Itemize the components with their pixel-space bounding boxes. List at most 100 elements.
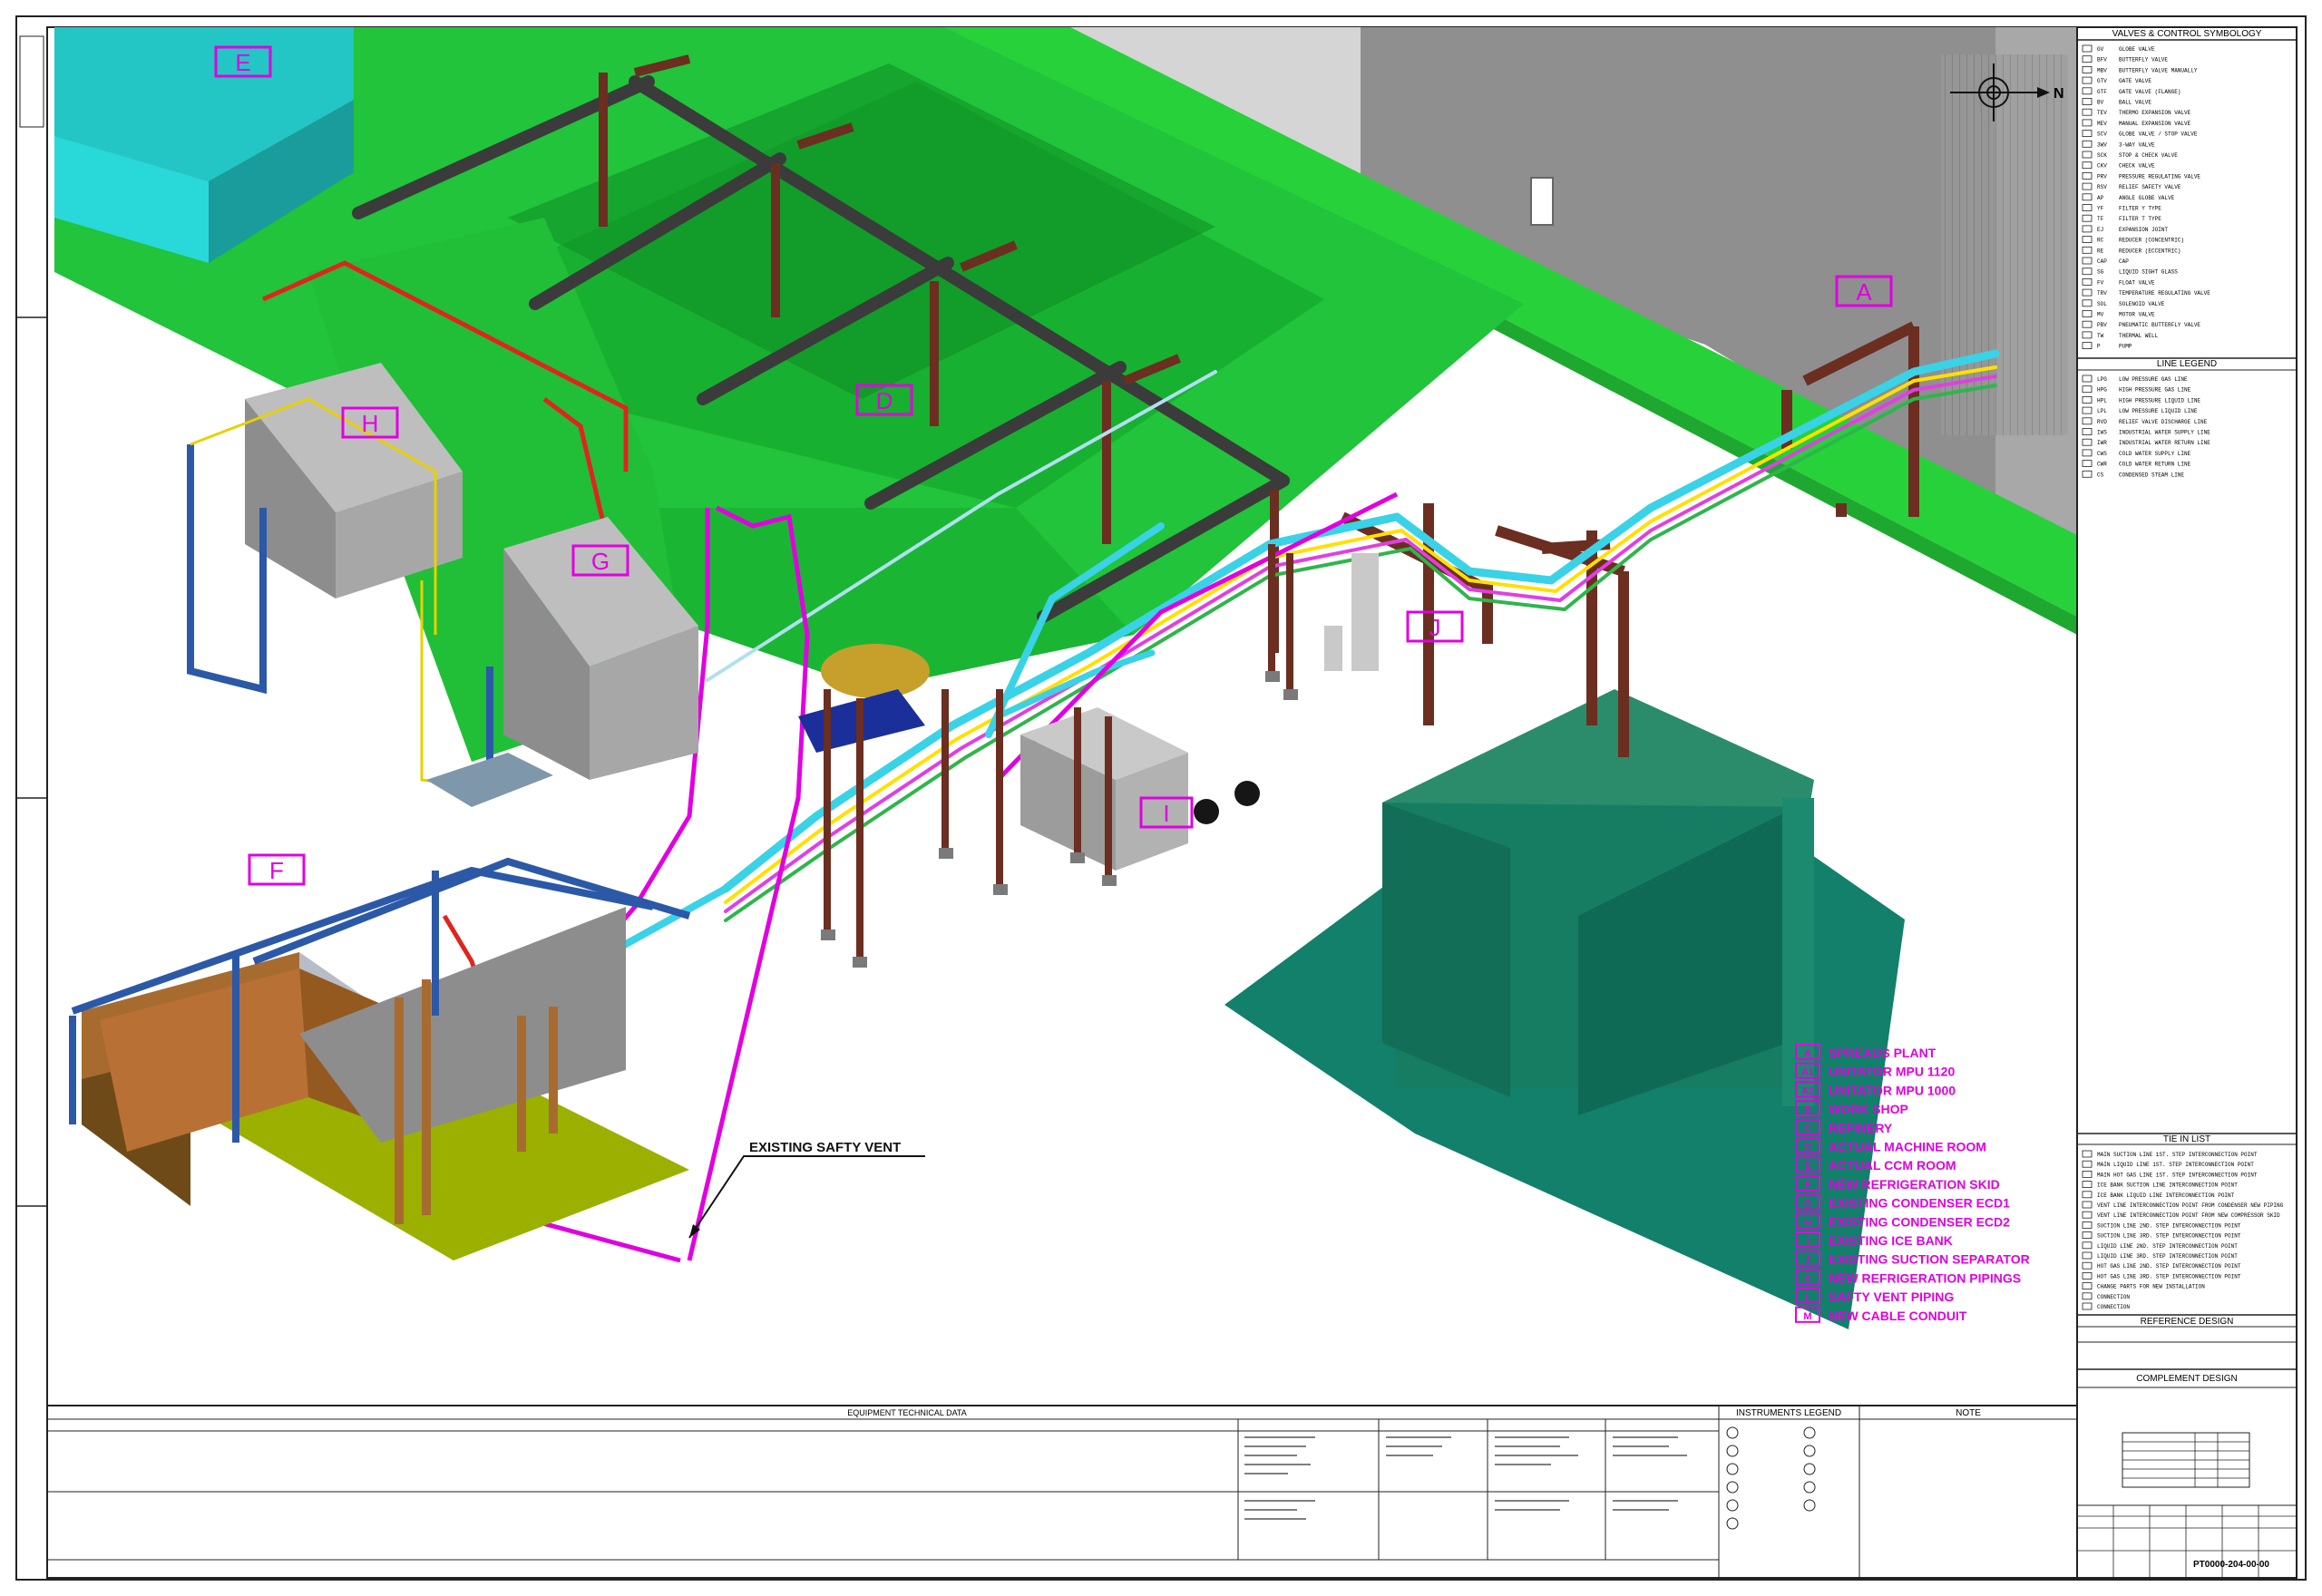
panel-row: MAIN HOT GAS LINE 1ST. STEP INTERCONNECT… bbox=[2082, 1171, 2258, 1178]
legend-text: ACTUAL MACHINE ROOM bbox=[1829, 1140, 1986, 1154]
symbol-icon bbox=[2082, 470, 2093, 478]
legend-text: NEW CABLE CONDUIT bbox=[1829, 1309, 1967, 1323]
symbol-icon bbox=[2082, 1292, 2093, 1300]
symbol-icon bbox=[2082, 288, 2093, 297]
panel-code: GV bbox=[2097, 46, 2104, 53]
panel-name: THERMAL WELL bbox=[2119, 333, 2159, 339]
legend-text: UNITATOR MPU 1000 bbox=[1829, 1083, 1956, 1097]
symbol-icon bbox=[2082, 1201, 2093, 1209]
legend-code: A2 bbox=[1801, 1085, 1814, 1096]
symbol-icon bbox=[2082, 140, 2093, 148]
symbol-icon bbox=[2082, 1181, 2093, 1188]
legend-code: A bbox=[1804, 1048, 1811, 1059]
panel-row: YF FILTER Y TYPE bbox=[2082, 204, 2161, 212]
callout-f[interactable]: F bbox=[248, 853, 306, 886]
valves-list: GV GLOBE VALVE BFV BUTTERFLY VALVE MBV BUTTER… bbox=[2082, 44, 2210, 350]
panel-row: LIQUID LINE 2ND. STEP INTERCONNECTION PO… bbox=[2082, 1241, 2238, 1250]
panel-name: SUCTION LINE 3RD. STEP INTERCONNECTION P… bbox=[2097, 1233, 2241, 1240]
svg-text:F: F bbox=[269, 857, 284, 884]
panel-code: GTF bbox=[2097, 89, 2107, 95]
symbol-icon bbox=[2082, 87, 2093, 95]
svg-text:I: I bbox=[1163, 800, 1169, 827]
legend-text: WORK SHOP bbox=[1829, 1102, 1908, 1116]
panel-row: CONNECTION bbox=[2082, 1302, 2130, 1310]
panel-row: SCV GLOBE VALVE / STOP VALVE bbox=[2082, 130, 2198, 138]
ice-bank bbox=[1020, 707, 1260, 871]
panel-code: SCK bbox=[2097, 152, 2107, 159]
panel-row: MV MOTOR VALVE bbox=[2082, 310, 2155, 318]
symbol-icon bbox=[2082, 1171, 2093, 1178]
symbol-icon bbox=[2082, 44, 2093, 53]
panel-row: CKV CHECK VALVE bbox=[2082, 161, 2155, 170]
panel-name: SUCTION LINE 2ND. STEP INTERCONNECTION P… bbox=[2097, 1222, 2241, 1229]
side-panel: VALVES & CONTROL SYMBOLOGY GV GLOBE VALVE… bbox=[2076, 27, 2298, 1579]
isometric-model: N bbox=[54, 27, 2077, 1329]
symbol-icon bbox=[2082, 385, 2093, 394]
symbol-icon bbox=[2082, 1150, 2093, 1158]
panel-row: EJ EXPANSION JOINT bbox=[2082, 225, 2168, 233]
panel-row: P PUMP bbox=[2082, 342, 2132, 350]
stairs bbox=[426, 753, 553, 807]
panel-name: CHECK VALVE bbox=[2119, 163, 2155, 170]
panel-row: LPL LOW PRESSURE LIQUID LINE bbox=[2082, 406, 2198, 414]
panel-row: BV BALL VALVE bbox=[2082, 98, 2151, 106]
panel-code: RC bbox=[2097, 238, 2104, 244]
panel-name: SOLENOID VALVE bbox=[2119, 301, 2165, 307]
panel-row: ICE BANK LIQUID LINE INTERCONNECTION POI… bbox=[2082, 1191, 2235, 1199]
panel-name: MOTOR VALVE bbox=[2119, 312, 2155, 318]
panel-name: FLOAT VALVE bbox=[2119, 279, 2155, 286]
panel-name: GATE VALVE (FLANGE) bbox=[2119, 89, 2181, 95]
panel-code: YF bbox=[2097, 206, 2104, 212]
panel-code: CWR bbox=[2097, 462, 2107, 468]
legend-code: E bbox=[1804, 1161, 1810, 1172]
panel-row: SG LIQUID SIGHT GLASS bbox=[2082, 268, 2178, 276]
symbol-icon bbox=[2082, 171, 2093, 180]
panel-row: RVD RELIEF VALVE DISCHARGE LINE bbox=[2082, 417, 2208, 425]
panel-name: HOT GAS LINE 2ND. STEP INTERCONNECTION P… bbox=[2097, 1263, 2241, 1270]
panel-name: MAIN SUCTION LINE 1ST. STEP INTERCONNECT… bbox=[2097, 1152, 2258, 1158]
callout-j[interactable]: J bbox=[1406, 610, 1464, 643]
legend-item: G EXISTING CONDENSER ECD1 bbox=[1795, 1193, 2010, 1211]
panel-name: GLOBE VALVE / STOP VALVE bbox=[2119, 131, 2198, 138]
symbol-icon bbox=[2082, 406, 2093, 414]
panel-code: BFV bbox=[2097, 57, 2107, 63]
panel-row: CWS COLD WATER SUPPLY LINE bbox=[2082, 449, 2191, 457]
panel-name: VENT LINE INTERCONNECTION POINT FROM NEW… bbox=[2097, 1212, 2280, 1219]
panel-code: CAP bbox=[2097, 258, 2107, 265]
panel-code: LPL bbox=[2097, 408, 2107, 414]
panel-name: ANGLE GLOBE VALVE bbox=[2119, 195, 2175, 201]
symbol-icon bbox=[2082, 1160, 2093, 1168]
svg-text:A: A bbox=[1856, 278, 1872, 306]
panel-name: LOW PRESSURE LIQUID LINE bbox=[2119, 408, 2198, 414]
legend-code: D bbox=[1804, 1143, 1811, 1153]
legend-item: J EXISTING SUCTION SEPARATOR bbox=[1795, 1250, 2030, 1267]
symbol-icon bbox=[2082, 299, 2093, 307]
line-legend-title: LINE LEGEND bbox=[2157, 359, 2217, 369]
symbol-icon bbox=[2082, 214, 2093, 222]
panel-name: BALL VALVE bbox=[2119, 100, 2151, 106]
symbol-icon bbox=[2082, 257, 2093, 265]
panel-name: ICE BANK SUCTION LINE INTERCONNECTION PO… bbox=[2097, 1182, 2238, 1189]
tiein-title: TIE IN LIST bbox=[2163, 1134, 2210, 1144]
svg-text:N: N bbox=[2054, 86, 2064, 102]
symbol-icon bbox=[2082, 1261, 2093, 1270]
panel-row: CHANGE PARTS FOR NEW INSTALLATION bbox=[2082, 1282, 2205, 1290]
symbol-icon bbox=[2082, 236, 2093, 244]
tiein-list: MAIN SUCTION LINE 1ST. STEP INTERCONNECT… bbox=[2082, 1150, 2284, 1310]
panel-row: HOT GAS LINE 2ND. STEP INTERCONNECTION P… bbox=[2082, 1261, 2241, 1270]
legend-code: M bbox=[1803, 1311, 1811, 1322]
symbol-icon bbox=[2082, 204, 2093, 211]
symbol-icon bbox=[2082, 161, 2093, 170]
panel-row: SUCTION LINE 3RD. STEP INTERCONNECTION P… bbox=[2082, 1231, 2241, 1240]
symbol-icon bbox=[2082, 331, 2093, 339]
legend-item: A1 UNITATOR MPU 1120 bbox=[1795, 1062, 1955, 1079]
panel-code: CWS bbox=[2097, 451, 2107, 457]
svg-text:G: G bbox=[591, 548, 610, 575]
symbol-icon bbox=[2082, 76, 2093, 84]
legend-item: A2 UNITATOR MPU 1000 bbox=[1795, 1081, 1956, 1098]
safety-vent-annotation: EXISTING SAFTY VENT bbox=[749, 1140, 901, 1155]
panel-row: GTV GATE VALVE bbox=[2082, 76, 2151, 84]
legend-text: SPREADS PLANT bbox=[1829, 1046, 1937, 1060]
panel-name: LIQUID SIGHT GLASS bbox=[2119, 269, 2178, 276]
panel-code: FV bbox=[2097, 279, 2104, 286]
